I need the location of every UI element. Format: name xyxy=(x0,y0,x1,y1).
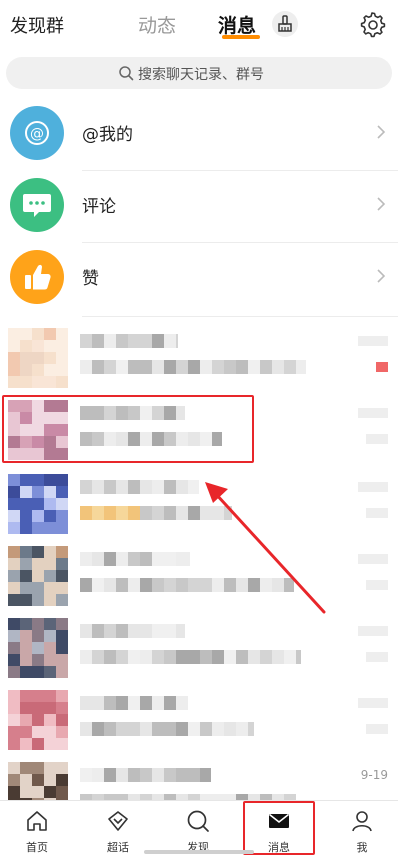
home-indicator xyxy=(144,850,254,854)
chat-time: 9-19 xyxy=(360,768,388,782)
chat-item[interactable] xyxy=(0,322,398,394)
chat-item[interactable] xyxy=(0,684,398,756)
divider xyxy=(82,316,398,317)
chat-time-blurred xyxy=(358,554,388,564)
chat-name-blurred xyxy=(80,552,190,566)
svg-text:@: @ xyxy=(30,126,44,142)
profile-icon xyxy=(352,811,372,832)
avatar xyxy=(8,474,68,534)
chevron-right-icon xyxy=(377,197,386,211)
chat-name-blurred xyxy=(80,624,185,638)
chat-preview-blurred xyxy=(80,650,301,664)
chat-meta-blurred xyxy=(366,652,388,662)
nav-profile-label: 我 xyxy=(356,841,368,854)
chat-time-blurred xyxy=(358,408,388,418)
chat-meta-blurred xyxy=(366,508,388,518)
chat-time-blurred xyxy=(358,626,388,636)
likes-row[interactable]: 赞 xyxy=(0,242,398,314)
chat-name-blurred xyxy=(80,768,211,782)
gear-icon[interactable] xyxy=(358,10,386,38)
chat-name-blurred xyxy=(80,334,178,348)
home-icon xyxy=(27,811,47,831)
unread-badge xyxy=(376,362,388,372)
annotation-highlight-box xyxy=(2,395,254,463)
search-bar[interactable]: 搜索聊天记录、群号 xyxy=(6,57,392,89)
chat-time-blurred xyxy=(358,698,388,708)
likes-label: 赞 xyxy=(82,269,99,289)
chat-time-blurred xyxy=(358,336,388,346)
thumbs-up-icon xyxy=(10,250,64,304)
top-bar: 发现群 动态 消息 xyxy=(0,0,398,50)
chat-name-blurred xyxy=(80,696,188,710)
discover-groups-link[interactable]: 发现群 xyxy=(10,12,64,38)
comments-row[interactable]: 评论 xyxy=(0,170,398,242)
mentions-label: @我的 xyxy=(82,125,133,145)
comments-label: 评论 xyxy=(82,197,116,217)
chat-preview-blurred xyxy=(80,360,306,374)
search-icon xyxy=(119,66,134,81)
nav-home[interactable]: 首页 xyxy=(0,801,77,856)
chevron-right-icon xyxy=(377,125,386,139)
chat-preview-blurred xyxy=(80,578,294,592)
chat-preview-blurred xyxy=(80,722,254,736)
active-tab-indicator xyxy=(222,35,260,39)
tab-dynamic[interactable]: 动态 xyxy=(138,11,176,38)
chat-item[interactable] xyxy=(0,540,398,612)
avatar xyxy=(8,618,68,678)
avatar xyxy=(8,690,68,750)
bottom-navigation: 首页 超话 发现 消息 我 xyxy=(0,800,398,856)
chat-preview-blurred xyxy=(80,506,232,520)
nav-home-label: 首页 xyxy=(26,841,48,854)
chat-meta-blurred xyxy=(366,580,388,590)
tab-messages[interactable]: 消息 xyxy=(218,11,256,38)
mentions-row[interactable]: @ @我的 xyxy=(0,98,398,170)
chat-meta-blurred xyxy=(366,434,388,444)
diamond-icon xyxy=(108,811,128,831)
search-placeholder: 搜索聊天记录、群号 xyxy=(138,67,264,83)
avatar xyxy=(8,546,68,606)
broom-icon[interactable] xyxy=(272,11,298,37)
avatar xyxy=(8,328,68,388)
nav-profile[interactable]: 我 xyxy=(322,801,398,856)
chat-item[interactable] xyxy=(0,612,398,684)
annotation-nav-highlight xyxy=(243,801,315,855)
nav-discover[interactable]: 发现 xyxy=(158,801,238,856)
chat-name-blurred xyxy=(80,480,199,494)
comment-icon xyxy=(10,178,64,232)
discover-icon xyxy=(187,810,209,832)
chat-item[interactable] xyxy=(0,468,398,540)
chat-time-blurred xyxy=(358,482,388,492)
nav-super-topics[interactable]: 超话 xyxy=(78,801,158,856)
at-icon: @ xyxy=(10,106,64,160)
chevron-right-icon xyxy=(377,269,386,283)
chat-meta-blurred xyxy=(366,724,388,734)
